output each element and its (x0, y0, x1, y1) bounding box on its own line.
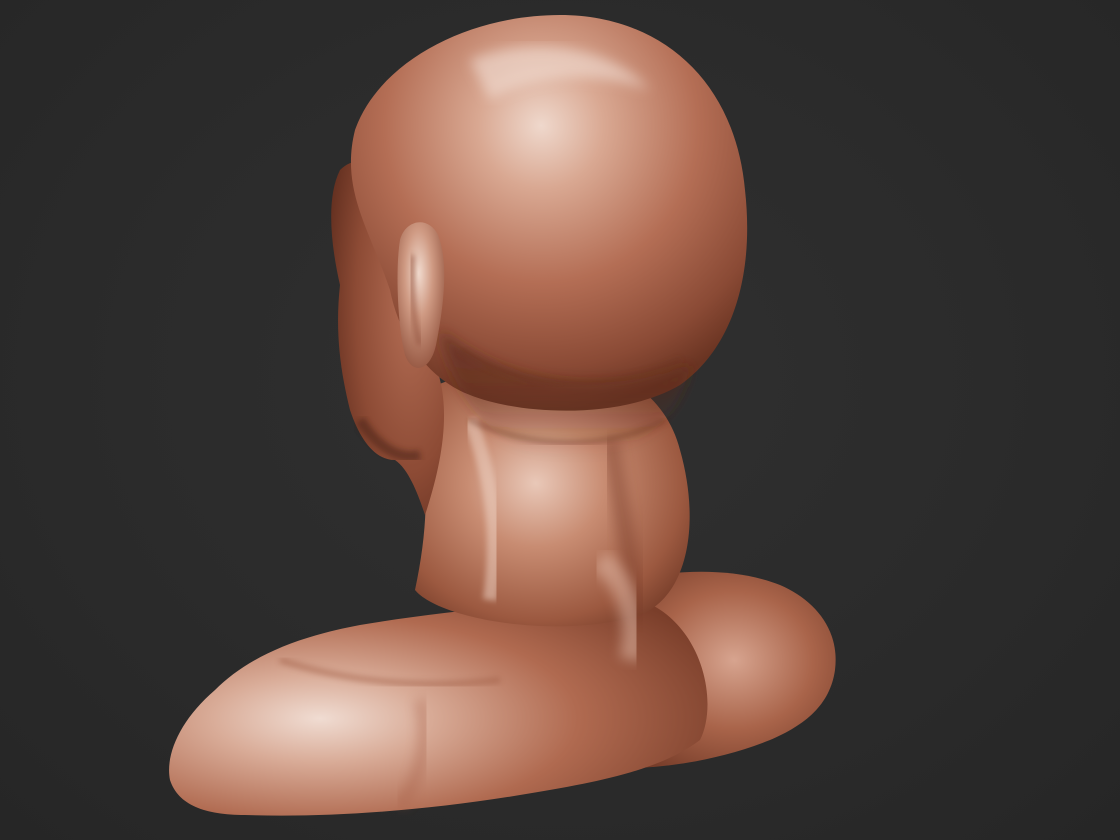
3d-viewport[interactable] (0, 0, 1120, 840)
sculpted-bust-render[interactable] (0, 0, 1120, 840)
